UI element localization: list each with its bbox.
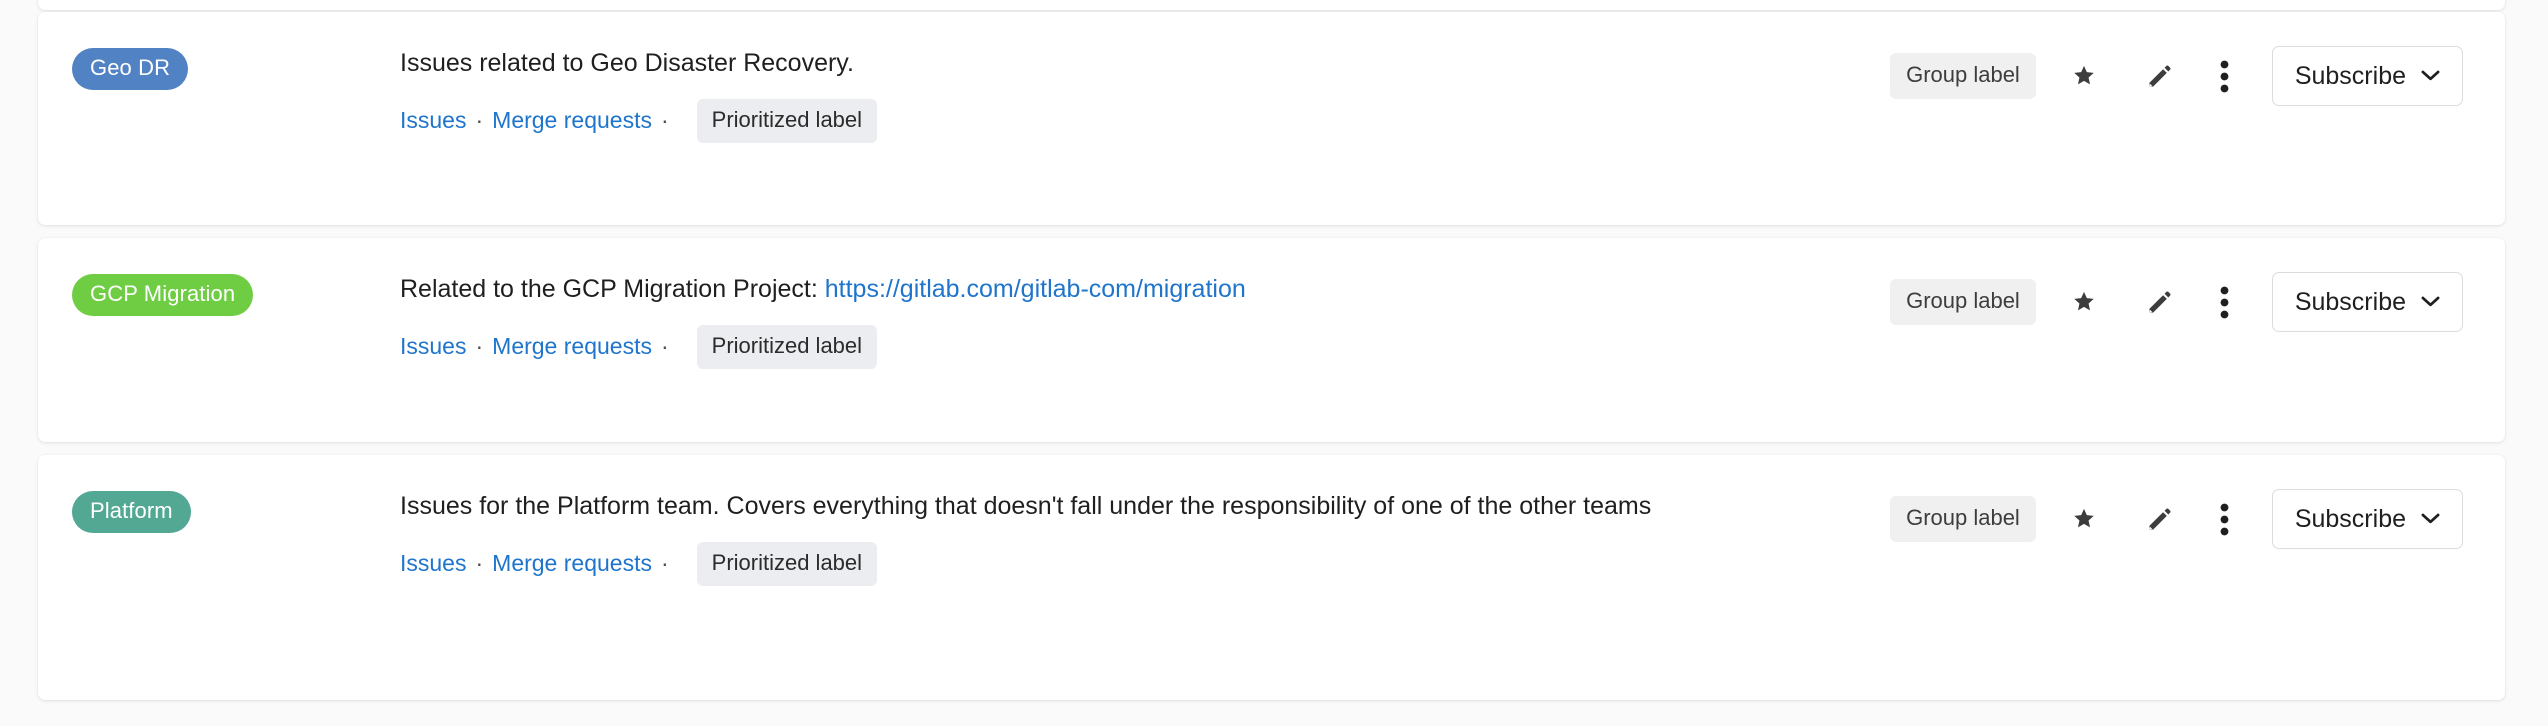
scope-badge: Group label: [1890, 53, 2036, 99]
label-pill-column: GCP Migration: [38, 238, 400, 316]
subscribe-button[interactable]: Subscribe: [2271, 46, 2463, 106]
previous-label-card-partial: [38, 0, 2505, 10]
issues-link[interactable]: Issues: [400, 109, 466, 132]
meta-separator-2: ·: [660, 107, 669, 133]
label-meta-row: Issues · Merge requests · Prioritized la…: [400, 324, 1860, 369]
label-description-column: Issues related to Geo Disaster Recovery.…: [400, 12, 1890, 143]
label-color-pill[interactable]: Platform: [72, 491, 191, 533]
label-meta-row: Issues · Merge requests · Prioritized la…: [400, 541, 1860, 586]
prioritized-label-badge: Prioritized label: [696, 98, 878, 143]
kebab-menu-icon[interactable]: [2204, 276, 2246, 328]
merge-requests-link[interactable]: Merge requests: [492, 552, 652, 575]
label-description-column: Issues for the Platform team. Covers eve…: [400, 455, 1890, 586]
pencil-icon[interactable]: [2132, 276, 2188, 328]
label-description-column: Related to the GCP Migration Project: ht…: [400, 238, 1890, 369]
label-pill-column: Platform: [38, 455, 400, 533]
label-actions: Group label Subscribe: [1890, 238, 2505, 332]
label-description-text: Issues related to Geo Disaster Recovery.: [400, 49, 854, 77]
label-actions: Group label Subscribe: [1890, 12, 2505, 106]
prioritized-label-badge: Prioritized label: [696, 541, 878, 586]
label-pill-column: Geo DR: [38, 12, 400, 90]
kebab-menu-icon[interactable]: [2204, 50, 2246, 102]
merge-requests-link[interactable]: Merge requests: [492, 335, 652, 358]
label-description-text: Related to the GCP Migration Project:: [400, 275, 825, 303]
label-description-text: Issues for the Platform team. Covers eve…: [400, 492, 1652, 520]
label-actions: Group label Subscribe: [1890, 455, 2505, 549]
subscribe-button[interactable]: Subscribe: [2271, 489, 2463, 549]
label-card[interactable]: Geo DR Issues related to Geo Disaster Re…: [38, 12, 2505, 225]
subscribe-button-label: Subscribe: [2294, 61, 2406, 90]
star-icon[interactable]: [2056, 276, 2112, 328]
meta-separator-2: ·: [660, 550, 669, 576]
subscribe-button-label: Subscribe: [2294, 504, 2406, 533]
chevron-down-icon: [2421, 70, 2440, 81]
scope-badge: Group label: [1890, 496, 2036, 542]
pencil-icon[interactable]: [2132, 493, 2188, 545]
subscribe-button-label: Subscribe: [2294, 287, 2406, 316]
label-description: Related to the GCP Migration Project: ht…: [400, 272, 1800, 307]
issues-link[interactable]: Issues: [400, 552, 466, 575]
label-description: Issues for the Platform team. Covers eve…: [400, 489, 1800, 524]
prioritized-label-badge: Prioritized label: [696, 324, 878, 369]
merge-requests-link[interactable]: Merge requests: [492, 109, 652, 132]
meta-separator-1: ·: [475, 333, 484, 359]
label-color-pill[interactable]: Geo DR: [72, 48, 189, 90]
star-icon[interactable]: [2056, 50, 2112, 102]
star-icon[interactable]: [2056, 493, 2112, 545]
label-description-link[interactable]: https://gitlab.com/gitlab-com/migration: [825, 275, 1246, 303]
subscribe-button[interactable]: Subscribe: [2271, 272, 2463, 332]
issues-link[interactable]: Issues: [400, 335, 466, 358]
meta-separator-1: ·: [475, 550, 484, 576]
meta-separator-1: ·: [475, 107, 484, 133]
meta-separator-2: ·: [660, 333, 669, 359]
label-meta-row: Issues · Merge requests · Prioritized la…: [400, 98, 1860, 143]
label-card[interactable]: GCP Migration Related to the GCP Migrati…: [38, 238, 2505, 442]
kebab-menu-icon[interactable]: [2204, 493, 2246, 545]
chevron-down-icon: [2421, 296, 2440, 307]
pencil-icon[interactable]: [2132, 50, 2188, 102]
scope-badge: Group label: [1890, 279, 2036, 325]
chevron-down-icon: [2421, 513, 2440, 524]
labels-list-page: Geo DR Issues related to Geo Disaster Re…: [0, 0, 2548, 726]
label-color-pill[interactable]: GCP Migration: [72, 274, 254, 316]
label-description: Issues related to Geo Disaster Recovery.: [400, 46, 1800, 81]
label-card[interactable]: Platform Issues for the Platform team. C…: [38, 455, 2505, 700]
